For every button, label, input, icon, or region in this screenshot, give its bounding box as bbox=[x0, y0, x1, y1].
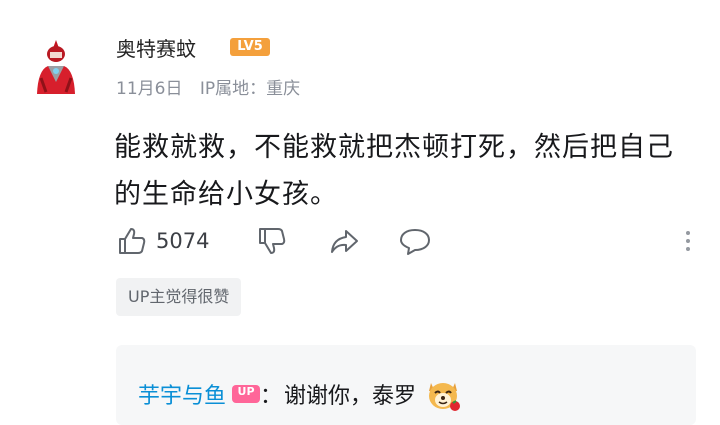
comment-meta: 11月6日 IP属地：重庆 bbox=[116, 74, 300, 99]
up-badge: UP bbox=[232, 385, 261, 403]
dislike-button[interactable] bbox=[256, 224, 288, 258]
reply-icon bbox=[400, 229, 430, 255]
comment-actions: 5074 bbox=[116, 224, 696, 258]
comment-username[interactable]: 奥特赛蚊 bbox=[116, 33, 196, 62]
level-badge: LV5 bbox=[230, 38, 270, 56]
comment-date: 11月6日 bbox=[116, 79, 183, 99]
comment-content: 能救就救，不能救就把杰顿打死，然后把自己的生命给小女孩。 bbox=[114, 132, 674, 210]
reply-line: 芋宇与鱼 UP ： 谢谢你，泰罗 bbox=[138, 375, 462, 413]
more-icon bbox=[686, 231, 690, 251]
reply-preview[interactable]: 芋宇与鱼 UP ： 谢谢你，泰罗 bbox=[116, 345, 696, 425]
reply-separator: ： bbox=[260, 384, 283, 409]
like-button[interactable]: 5074 bbox=[116, 224, 209, 258]
dog-emoji bbox=[429, 383, 461, 411]
avatar[interactable] bbox=[30, 36, 82, 96]
share-icon bbox=[331, 230, 358, 253]
share-button[interactable] bbox=[328, 224, 360, 258]
up-liked-tag: UP主觉得很赞 bbox=[116, 278, 242, 316]
ip-location: IP属地：重庆 bbox=[199, 79, 301, 99]
reply-username[interactable]: 芋宇与鱼 bbox=[138, 378, 226, 410]
more-button[interactable] bbox=[672, 224, 704, 258]
reply-button[interactable] bbox=[399, 224, 431, 258]
thumb-down-icon bbox=[259, 228, 286, 254]
reply-text: 谢谢你，泰罗 bbox=[284, 384, 417, 409]
thumb-up-icon bbox=[119, 228, 146, 254]
like-count: 5074 bbox=[156, 229, 210, 253]
